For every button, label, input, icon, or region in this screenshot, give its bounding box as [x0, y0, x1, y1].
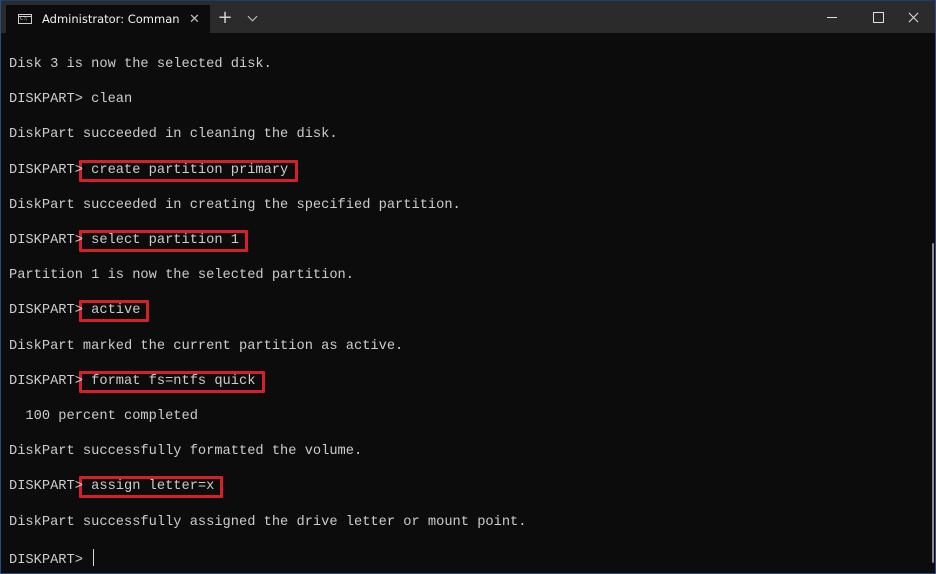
command-line: DISKPART> format fs=ntfs quick — [9, 373, 255, 391]
prompt-label: DISKPART> — [9, 303, 92, 319]
command-text: create partition primary — [91, 162, 289, 178]
close-window-button[interactable] — [890, 1, 936, 33]
command-line: DISKPART> active — [9, 302, 140, 320]
tab-dropdown-button[interactable] — [244, 7, 260, 29]
maximize-icon — [872, 11, 884, 23]
prompt-label: DISKPART> — [9, 373, 92, 389]
command-line: DISKPART> clean — [9, 91, 132, 109]
output-line: DiskPart successfully formatted the volu… — [9, 444, 363, 460]
command-line: DISKPART> select partition 1 — [9, 232, 239, 250]
new-tab-button[interactable]: + — [216, 7, 234, 29]
command-text: assign letter=x — [91, 479, 215, 495]
prompt-label: DISKPART> — [9, 233, 92, 248]
output-line: DiskPart succeeded in creating the speci… — [9, 197, 461, 213]
input-prompt-line: DISKPART> — [9, 548, 95, 568]
close-tab-icon[interactable]: ✕ — [189, 12, 200, 27]
prompt-label: DISKPART> — [9, 92, 92, 108]
output-line: DiskPart successfully assigned the drive… — [9, 514, 527, 530]
prompt-label: DISKPART> — [9, 162, 92, 178]
title-bar: Administrator: Command Prompt ✕ + — [1, 0, 935, 33]
minimize-button[interactable] — [809, 1, 855, 33]
tab-title: Administrator: Command Prompt — [42, 12, 179, 26]
prompt-label: DISKPART> — [9, 552, 92, 568]
chevron-down-icon — [247, 11, 257, 21]
console-output[interactable]: Disk 3 is now the selected disk. DISKPART… — [1, 32, 921, 572]
tab-command-prompt[interactable]: Administrator: Command Prompt ✕ — [6, 5, 210, 33]
terminal-window: Administrator: Command Prompt ✕ + Disk 3… — [0, 0, 936, 574]
command-text: clean — [91, 92, 133, 108]
output-line: DiskPart marked the current partition as… — [9, 338, 404, 354]
scrollbar[interactable] — [919, 32, 935, 572]
command-text: select partition 1 — [91, 233, 239, 248]
output-line: DiskPart succeeded in cleaning the disk. — [9, 127, 338, 143]
output-line: Disk 3 is now the selected disk. — [9, 57, 272, 72]
command-line: DISKPART> assign letter=x — [9, 478, 214, 496]
scrollbar-thumb[interactable] — [932, 243, 934, 563]
output-line: Partition 1 is now the selected partitio… — [9, 268, 354, 284]
minimize-icon — [827, 16, 837, 18]
text-cursor — [93, 548, 95, 566]
output-line: 100 percent completed — [9, 409, 198, 424]
command-prompt-icon — [18, 14, 32, 24]
prompt-label: DISKPART> — [9, 479, 92, 495]
command-text: format fs=ntfs quick — [91, 373, 256, 389]
command-text: active — [91, 303, 141, 319]
close-icon — [908, 12, 919, 23]
command-line: DISKPART> create partition primary — [9, 162, 288, 180]
